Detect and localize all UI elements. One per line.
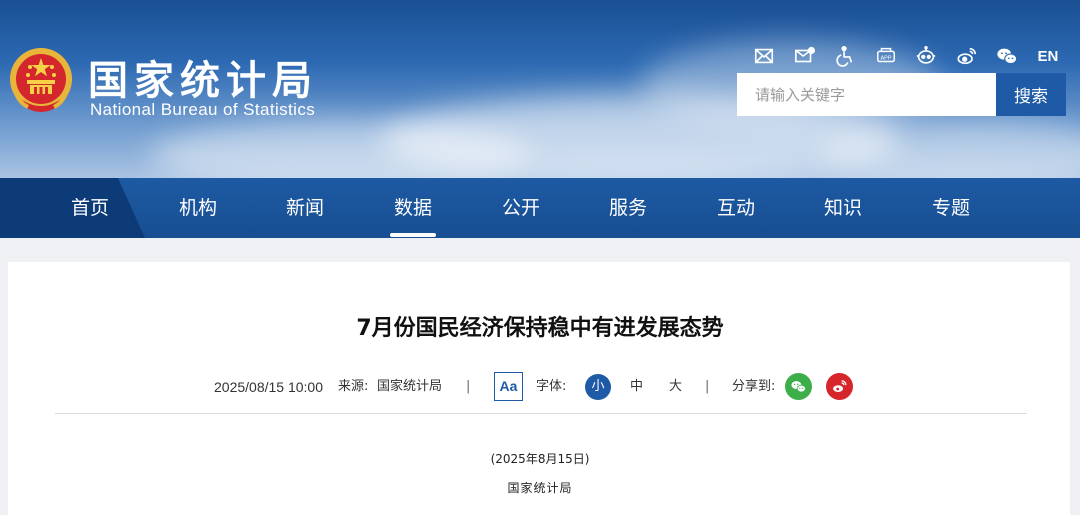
nav-item-interaction[interactable]: 互动 <box>696 178 776 238</box>
nav-item-topics[interactable]: 专题 <box>911 178 991 238</box>
meta-separator: | <box>466 379 471 394</box>
publish-date: 2025/08/15 10:00 <box>214 379 323 395</box>
weibo-icon <box>833 380 847 393</box>
nav-item-agencies[interactable]: 机构 <box>158 178 238 238</box>
nav-active-indicator <box>390 233 436 237</box>
mail-settings-icon[interactable] <box>793 44 817 68</box>
nav-item-home[interactable]: 首页 <box>50 178 130 238</box>
share-wechat-button[interactable] <box>785 373 812 400</box>
nav-item-disclosure[interactable]: 公开 <box>481 178 561 238</box>
nav-item-news[interactable]: 新闻 <box>265 178 345 238</box>
meta-separator: | <box>705 379 710 394</box>
weibo-icon[interactable] <box>955 44 979 68</box>
share-label: 分享到: <box>732 379 776 394</box>
app-icon[interactable]: APP <box>874 44 898 68</box>
source-value: 国家统计局 <box>377 379 443 394</box>
font-size-medium-button[interactable]: 中 <box>630 372 643 402</box>
font-size-label: 字体: <box>536 379 567 394</box>
share-weibo-button[interactable] <box>826 373 853 400</box>
robot-icon[interactable] <box>914 44 938 68</box>
nav-item-knowledge[interactable]: 知识 <box>803 178 883 238</box>
text-size-toggle-button[interactable]: Aa <box>494 372 523 401</box>
nav-item-data[interactable]: 数据 <box>373 178 453 238</box>
wechat-icon <box>791 381 807 393</box>
svg-text:APP: APP <box>880 56 891 62</box>
font-size-small-button[interactable]: 小 <box>585 374 611 400</box>
site-title-en[interactable]: National Bureau of Statistics <box>90 100 315 120</box>
search-button[interactable]: 搜索 <box>996 73 1066 116</box>
wechat-icon[interactable] <box>995 44 1019 68</box>
article-title: 7月份国民经济保持稳中有进发展态势 <box>356 316 724 341</box>
source-label: 来源: <box>338 379 369 394</box>
article-body-date: (2025年8月15日) <box>490 452 590 466</box>
article-meta: 2025/08/15 10:00 来源: 国家统计局 | 字体: 中 大 | 分… <box>0 372 1080 402</box>
font-size-large-button[interactable]: 大 <box>669 372 682 402</box>
mail-icon[interactable] <box>752 44 776 68</box>
search-input[interactable] <box>737 73 996 116</box>
language-switch-en[interactable]: EN <box>1038 48 1059 65</box>
national-emblem-icon[interactable] <box>8 45 74 117</box>
accessibility-icon[interactable] <box>833 44 857 68</box>
header-toolbar: APP EN <box>752 44 1058 68</box>
article-body-source: 国家统计局 <box>507 481 573 495</box>
site-header: 国家统计局 National Bureau of Statistics APP … <box>0 0 1080 178</box>
nav-item-services[interactable]: 服务 <box>588 178 668 238</box>
site-title-cn[interactable]: 国家统计局 <box>88 48 318 106</box>
main-nav: 首页 机构 新闻 数据 公开 服务 互动 知识 专题 <box>0 178 1080 238</box>
meta-divider <box>55 413 1027 414</box>
